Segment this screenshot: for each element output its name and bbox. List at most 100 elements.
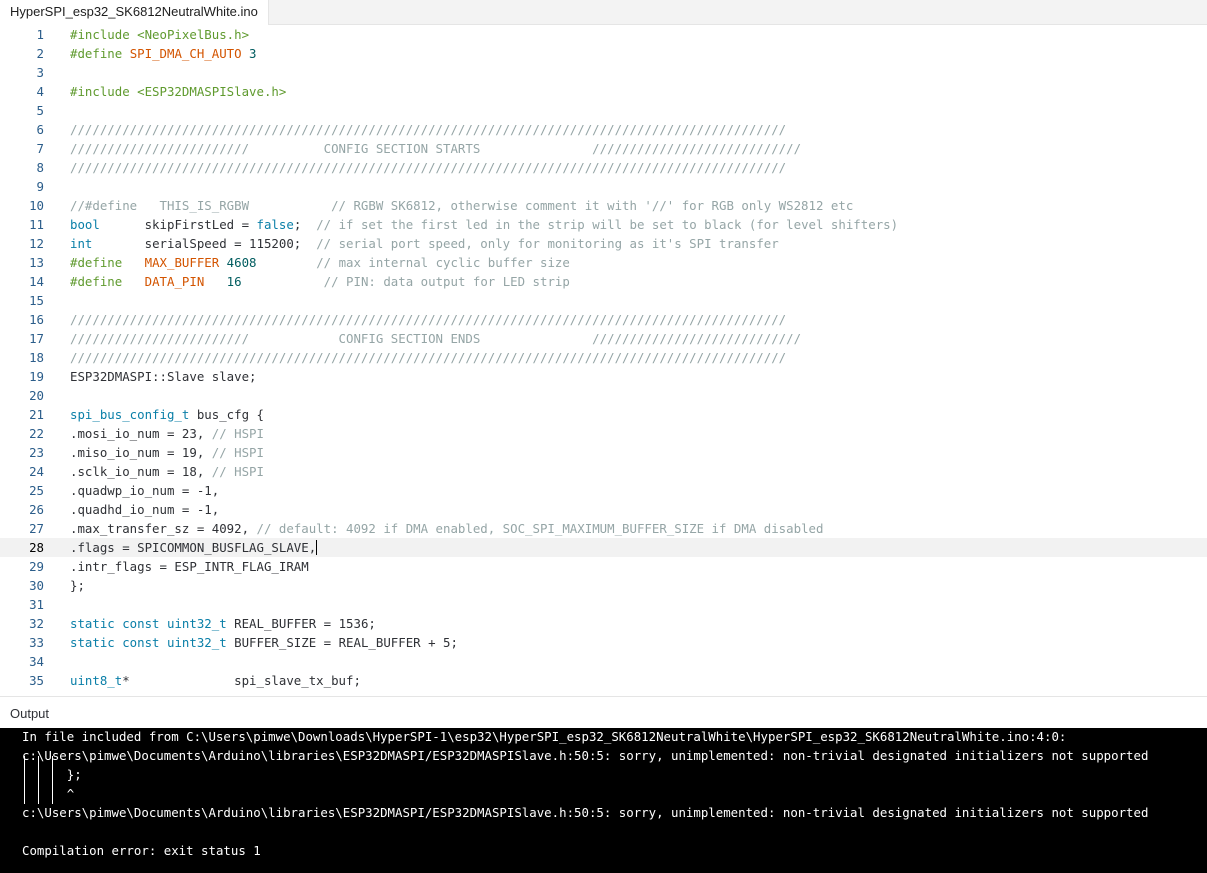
code-token: SPI_DMA_CH_AUTO [129,46,242,61]
code-token: #define [70,255,145,270]
code-line[interactable]: 30}; [0,576,1207,595]
line-number: 32 [29,616,44,631]
output-line: In file included from C:\Users\pimwe\Dow… [22,729,1067,744]
line-number: 4 [36,84,44,99]
code-line[interactable]: 20 [0,386,1207,405]
code-token: REAL_BUFFER = 1536; [226,616,376,631]
code-token: static const [70,635,167,650]
code-line[interactable]: 26 .quadhd_io_num = -1, [0,500,1207,519]
code-line[interactable]: 12 int serialSpeed = 115200; // serial po… [0,234,1207,253]
line-content: .intr_flags = ESP_INTR_FLAG_IRAM [70,557,309,576]
code-line[interactable]: 34 [0,652,1207,671]
code-line[interactable]: 23 .miso_io_num = 19, // HSPI [0,443,1207,462]
line-content: //////////////////////// CONFIG SECTION … [70,329,801,348]
line-number: 14 [29,274,44,289]
line-content: //////////////////////// CONFIG SECTION … [70,139,801,158]
line-number: 15 [29,293,44,308]
code-token: .miso_io_num = 19, [70,445,212,460]
line-content: .quadhd_io_num = -1, [70,500,219,519]
code-line[interactable]: 6 ///////////////////////////////////////… [0,120,1207,139]
line-number: 24 [29,464,44,479]
line-content: #define MAX_BUFFER 4608 // max internal … [70,253,570,272]
code-token: skipFirstLed = [99,217,257,232]
code-token: .quadhd_io_num = -1, [70,502,220,517]
code-token: ////////////////////////////////////////… [70,122,787,137]
code-token: uint32_t [166,616,227,631]
code-line[interactable]: 32 static const uint32_t REAL_BUFFER = 15… [0,614,1207,633]
line-content: static const uint32_t BUFFER_SIZE = REAL… [70,633,458,652]
code-token: int [70,236,93,251]
output-console[interactable]: In file included from C:\Users\pimwe\Dow… [0,728,1207,873]
line-number: 35 [29,673,44,688]
code-line[interactable]: 19 ESP32DMASPI::Slave slave; [0,367,1207,386]
code-token: false [256,217,294,232]
code-line[interactable]: 33 static const uint32_t BUFFER_SIZE = RE… [0,633,1207,652]
code-line[interactable]: 35 uint8_t* spi_slave_tx_buf; [0,671,1207,690]
code-line[interactable]: 5 [0,101,1207,120]
line-number: 8 [36,160,44,175]
line-content: #define DATA_PIN 16 // PIN: data output … [70,272,570,291]
line-number: 16 [29,312,44,327]
code-token: uint8_t [70,673,123,688]
code-line[interactable]: 18 //////////////////////////////////////… [0,348,1207,367]
indent-guide [52,756,53,804]
code-line[interactable]: 8 ///////////////////////////////////////… [0,158,1207,177]
code-line[interactable]: 24 .sclk_io_num = 18, // HSPI [0,462,1207,481]
code-line[interactable]: 21 spi_bus_config_t bus_cfg { [0,405,1207,424]
code-line[interactable]: 17 //////////////////////// CONFIG SECTIO… [0,329,1207,348]
code-line[interactable]: 22 .mosi_io_num = 23, // HSPI [0,424,1207,443]
line-number: 33 [29,635,44,650]
line-content: .sclk_io_num = 18, // HSPI [70,462,264,481]
line-number: 27 [29,521,44,536]
code-line[interactable]: 14 #define DATA_PIN 16 // PIN: data outpu… [0,272,1207,291]
output-panel-title: Output [10,706,50,721]
output-line: ^ [22,786,75,801]
code-editor[interactable]: 1 #include <NeoPixelBus.h> 2 #define SPI_DM… [0,25,1207,695]
code-token: .quadwp_io_num = -1, [70,483,220,498]
line-content: spi_bus_config_t bus_cfg { [70,405,264,424]
code-token: // serial port speed, only for monitorin… [316,236,779,251]
code-line[interactable]: 11 bool skipFirstLed = false; // if set t… [0,215,1207,234]
code-line[interactable]: 29 .intr_flags = ESP_INTR_FLAG_IRAM [0,557,1207,576]
code-token: ESP32DMASPI::Slave slave; [70,369,257,384]
line-number: 3 [36,65,44,80]
code-token: bus_cfg { [189,407,264,422]
code-token: #define [70,274,145,289]
line-content: }; [70,576,85,595]
code-line[interactable]: 3 [0,63,1207,82]
code-line[interactable]: 10 //#define THIS_IS_RGBW // RGBW SK6812,… [0,196,1207,215]
line-number: 6 [36,122,44,137]
code-lines: 1 #include <NeoPixelBus.h> 2 #define SPI_DM… [0,25,1207,690]
code-token: BUFFER_SIZE = REAL_BUFFER + 5; [226,635,458,650]
code-token: MAX_BUFFER [144,255,220,270]
code-line[interactable]: 7 //////////////////////// CONFIG SECTION… [0,139,1207,158]
code-line[interactable]: 16 //////////////////////////////////////… [0,310,1207,329]
code-token: static const [70,616,167,631]
tab-sketch-file[interactable]: HyperSPI_esp32_SK6812NeutralWhite.ino [0,0,269,25]
code-line[interactable]: 15 [0,291,1207,310]
code-token: .mosi_io_num = 23, [70,426,212,441]
code-line[interactable]: 9 [0,177,1207,196]
line-number: 10 [29,198,44,213]
code-token: ////////////////////////////////////////… [70,160,787,175]
code-line[interactable]: 25 .quadwp_io_num = -1, [0,481,1207,500]
code-line[interactable]: 13 #define MAX_BUFFER 4608 // max interna… [0,253,1207,272]
code-token: //////////////////////// CONFIG SECTION … [70,331,802,346]
code-token: DATA_PIN [144,274,205,289]
code-token: bool [70,217,100,232]
code-token: ; [293,217,317,232]
code-line[interactable]: 28 .flags = SPICOMMON_BUSFLAG_SLAVE, [0,538,1207,557]
line-content: static const uint32_t REAL_BUFFER = 1536… [70,614,376,633]
code-line[interactable]: 27 .max_transfer_sz = 4092, // default: 4… [0,519,1207,538]
line-number: 31 [29,597,44,612]
code-line[interactable]: 4 #include <ESP32DMASPISlave.h> [0,82,1207,101]
line-number: 13 [29,255,44,270]
code-line[interactable]: 31 [0,595,1207,614]
line-content: ////////////////////////////////////////… [70,158,786,177]
code-line[interactable]: 2 #define SPI_DMA_CH_AUTO 3 [0,44,1207,63]
line-number: 2 [36,46,44,61]
line-number: 29 [29,559,44,574]
code-line[interactable]: 1 #include <NeoPixelBus.h> [0,25,1207,44]
code-token: 3 [241,46,257,61]
